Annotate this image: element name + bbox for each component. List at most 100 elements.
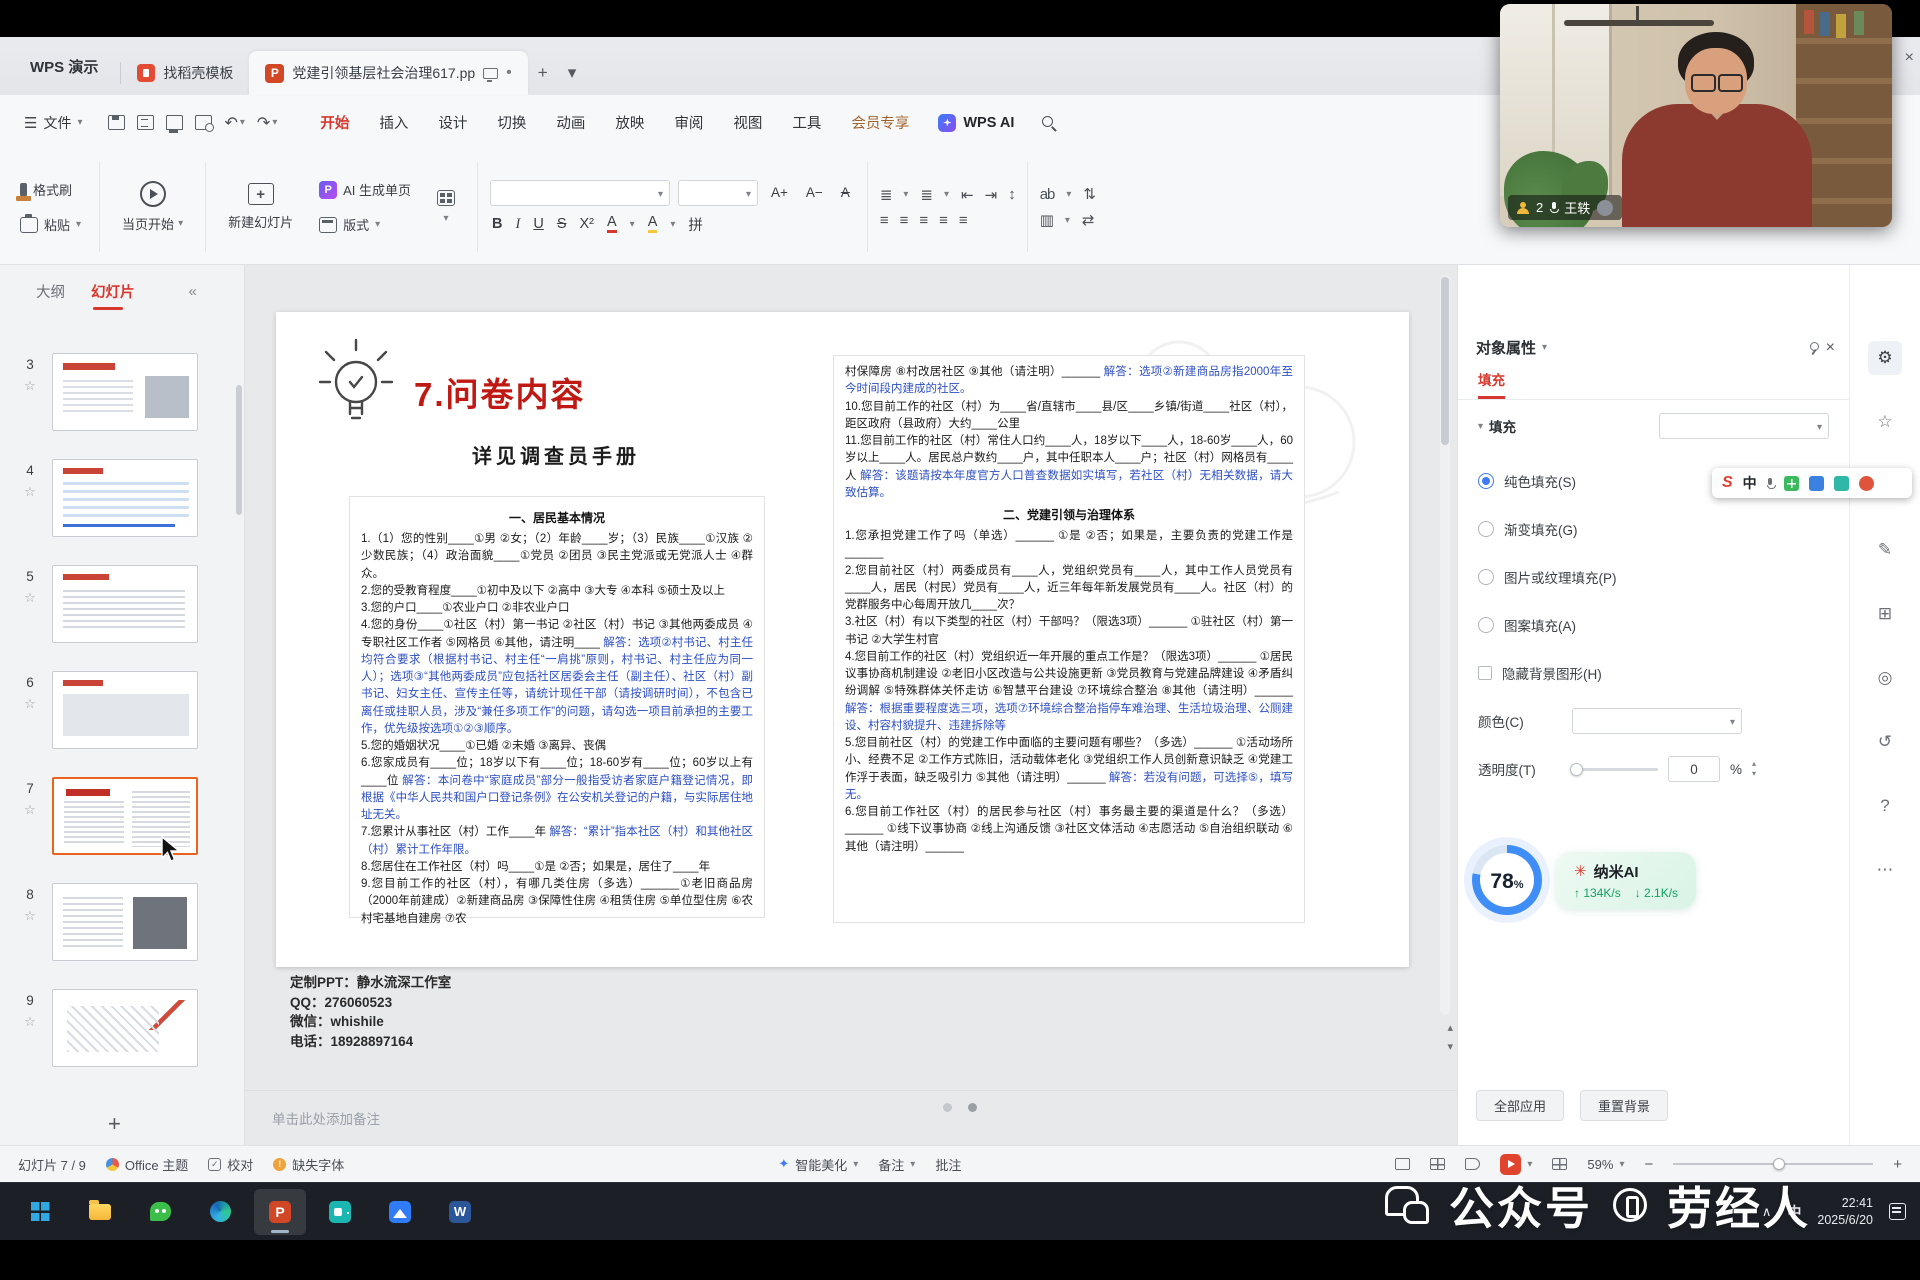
missing-fonts-button[interactable]: !缺失字体 (273, 1155, 344, 1174)
fill-option[interactable]: 图案填充(A) (1478, 601, 1829, 649)
menu-tab-5[interactable]: 动画 (543, 104, 598, 141)
word-button[interactable]: W (434, 1189, 486, 1235)
radio-icon[interactable] (1478, 473, 1494, 489)
search-button[interactable] (1030, 108, 1065, 138)
slide-subtitle[interactable]: 详见调查员手册 (472, 440, 640, 469)
radio-icon[interactable] (1478, 569, 1494, 585)
highlight-button[interactable]: A (648, 215, 658, 233)
document-tab[interactable]: P 党建引领基层社会治理617.pp • (249, 51, 527, 95)
tab-slides[interactable]: 幻灯片 (91, 281, 135, 302)
object-properties-icon[interactable]: ⚙ (1868, 341, 1902, 375)
fill-preset-select[interactable]: ▾ (1659, 413, 1829, 439)
theme-button[interactable]: Office 主题 (106, 1155, 188, 1174)
zoom-knob[interactable] (1773, 1158, 1785, 1170)
close-panel-button[interactable]: × (1826, 339, 1835, 357)
help-icon[interactable]: ? (1868, 789, 1902, 823)
font-color-button[interactable]: A (607, 215, 617, 233)
align-center-button[interactable]: ≡ (900, 212, 908, 229)
record-icon[interactable] (1859, 476, 1874, 491)
transparency-slider[interactable] (1572, 768, 1658, 771)
taskbar-clock[interactable]: 22:41 2025/6/20 (1817, 1195, 1873, 1229)
notification-center-button[interactable] (1889, 1203, 1906, 1220)
italic-button[interactable]: I (516, 216, 521, 233)
nami-ai-bubble[interactable]: ✳ 纳米AI ↑ 134K/s ↓ 2.1K/s (1556, 852, 1696, 909)
nami-ai-widget[interactable]: 78 % ✳ 纳米AI ↑ 134K/s ↓ 2.1K/s (1472, 845, 1696, 915)
wps-ai-button[interactable]: WPS AI (928, 108, 1024, 138)
star-icon[interactable]: ☆ (24, 908, 36, 924)
transparency-value-input[interactable]: 0 (1668, 756, 1720, 782)
star-icon[interactable]: ☆ (24, 1014, 36, 1030)
clear-format-button[interactable]: A (836, 183, 855, 202)
collapse-panel-button[interactable]: « (189, 283, 197, 300)
ai-generate-button[interactable]: PAI 生成单页 (313, 176, 417, 203)
underline-button[interactable]: U (533, 216, 543, 232)
color-select[interactable]: ▾ (1572, 708, 1742, 734)
bold-button[interactable]: B (492, 216, 502, 232)
menu-tab-8[interactable]: 视图 (720, 104, 775, 141)
save-icon[interactable] (108, 115, 125, 130)
pin-icon[interactable] (1806, 341, 1820, 355)
questionnaire-textbox-right[interactable]: 村保障房 ⑧村改居社区 ⑨其他（请注明）______ 解答：选项②新建商品房指2… (833, 355, 1305, 923)
text-direction-button[interactable]: ab (1040, 186, 1055, 203)
edge-button[interactable] (194, 1189, 246, 1235)
justify-button[interactable]: ≡ (939, 212, 947, 229)
radio-icon[interactable] (1478, 617, 1494, 633)
panel-scrollbar[interactable] (236, 385, 242, 515)
decrease-indent-button[interactable]: ⇤ (961, 186, 973, 204)
apply-all-button[interactable]: 全部应用 (1476, 1090, 1564, 1121)
fill-option[interactable]: 图片或纹理填充(P) (1478, 553, 1829, 601)
notes-button[interactable]: 备注▾ (878, 1155, 915, 1174)
numbered-list-button[interactable]: ≣ (920, 186, 932, 204)
checkbox-icon[interactable] (1478, 666, 1492, 680)
slide-thumbnail-3[interactable] (52, 353, 198, 431)
columns-button[interactable]: ▥ (1040, 211, 1053, 229)
add-slide-button[interactable]: + (108, 1111, 121, 1137)
transparency-stepper[interactable]: ▴▾ (1752, 760, 1756, 778)
reading-view-button[interactable] (1465, 1158, 1480, 1170)
comments-button[interactable]: 批注 (935, 1155, 961, 1174)
cloud-app-button[interactable] (374, 1189, 426, 1235)
star-icon[interactable]: ☆ (24, 696, 36, 712)
slide-thumbnail-4[interactable] (52, 459, 198, 537)
slider-knob[interactable] (1570, 763, 1583, 776)
print-preview-icon[interactable] (195, 115, 212, 130)
wechat-button[interactable] (134, 1189, 186, 1235)
star-icon[interactable]: ☆ (24, 590, 36, 606)
tools-icon[interactable] (1834, 476, 1849, 491)
extensions-icon[interactable] (1784, 476, 1799, 491)
play-from-current-button[interactable]: 当页开始▾ (112, 158, 193, 256)
voice-input-icon[interactable] (1767, 478, 1774, 489)
slide-thumbnail-5[interactable] (52, 565, 198, 643)
app-tab[interactable]: WPS 演示 (8, 37, 120, 95)
file-menu-button[interactable]: ☰ 文件 ▾ (14, 107, 92, 139)
fill-tab[interactable]: 填充 (1478, 369, 1505, 399)
superscript-button[interactable]: X² (580, 216, 595, 232)
paste-button[interactable]: 粘贴▾ (14, 211, 87, 238)
zoom-slider[interactable] (1673, 1163, 1873, 1165)
questionnaire-textbox-left[interactable]: 一、居民基本情况 1.（1）您的性别____①男 ②女；（2）年龄____岁；（… (349, 496, 765, 918)
hide-background-row[interactable]: 隐藏背景图形(H) (1478, 649, 1829, 697)
edit-icon[interactable]: ✎ (1868, 533, 1902, 567)
more-icon[interactable]: ⋯ (1868, 853, 1902, 887)
star-icon[interactable]: ☆ (1868, 405, 1902, 439)
font-size-select[interactable]: ▾ (678, 180, 758, 206)
font-family-select[interactable]: ▾ (490, 180, 670, 206)
powerpoint-button[interactable]: P (254, 1189, 306, 1235)
selection-icon[interactable]: ◎ (1868, 661, 1902, 695)
strikethrough-button[interactable]: S (557, 216, 567, 232)
template-tab[interactable]: 找稻壳模板 (121, 51, 249, 95)
file-explorer-button[interactable] (74, 1189, 126, 1235)
proofing-button[interactable]: ✓校对 (208, 1155, 253, 1174)
fill-option[interactable]: 渐变填充(G) (1478, 505, 1829, 553)
decrease-font-button[interactable]: A− (801, 183, 828, 202)
menu-tab-10[interactable]: 会员专享 (838, 104, 922, 141)
align-left-button[interactable]: ≡ (880, 212, 888, 229)
notes-area[interactable]: 单击此处添加备注 (245, 1090, 1457, 1145)
align-right-button[interactable]: ≡ (919, 212, 927, 229)
menu-tab-1[interactable]: 开始 (307, 104, 362, 141)
layout-button[interactable]: 版式▾ (313, 211, 417, 238)
chevron-down-icon[interactable]: ▾ (1542, 342, 1547, 353)
zoom-level[interactable]: 59%▾ (1587, 1157, 1624, 1172)
distribute-button[interactable]: ≡ (959, 212, 967, 229)
star-icon[interactable]: ☆ (24, 484, 36, 500)
